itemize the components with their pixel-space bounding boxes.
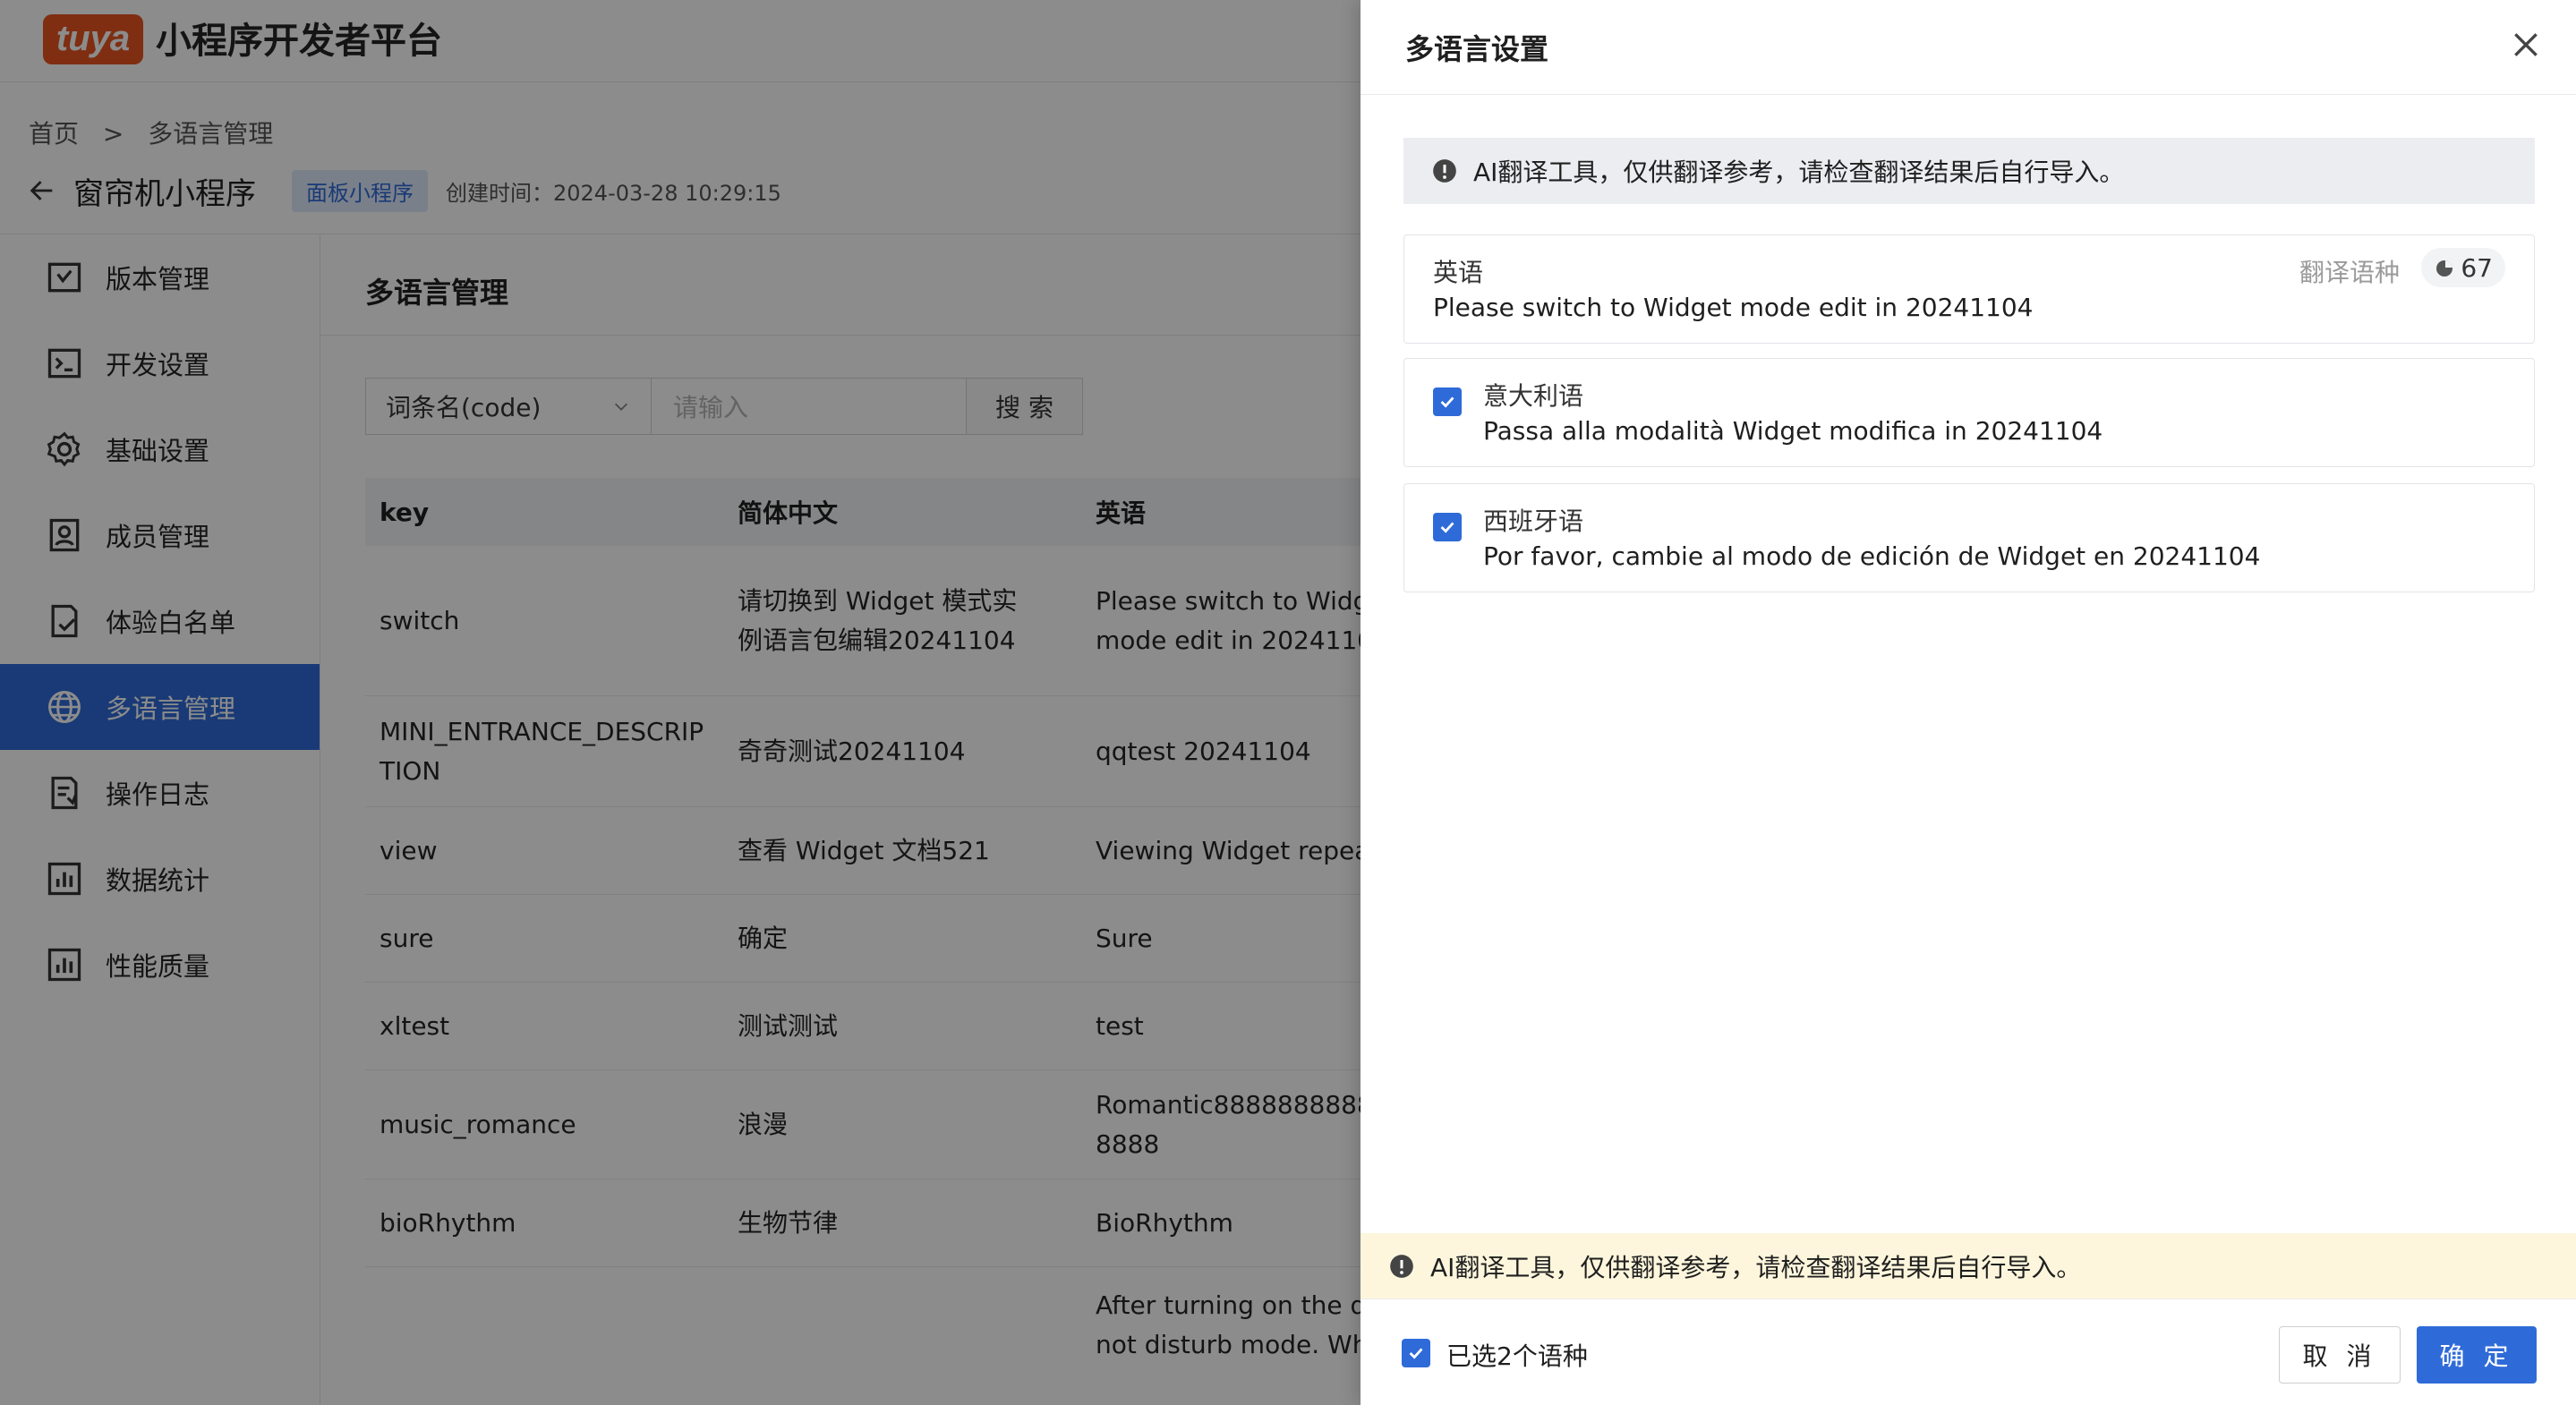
check-icon (1440, 396, 1454, 408)
confirm-button[interactable]: 确 定 (2417, 1326, 2537, 1384)
drawer-header: 多语言设置 (1361, 0, 2576, 95)
translated-text: Passa alla modalità Widget modifica in 2… (1483, 416, 2103, 446)
drawer-footer: 已选2个语种 取 消 确 定 (1361, 1299, 2576, 1405)
language-checkbox[interactable] (1433, 387, 1462, 416)
source-text: Please switch to Widget mode edit in 202… (1433, 293, 2034, 322)
target-language-card-spanish[interactable]: 西班牙语 Por favor, cambie al modo de edició… (1403, 483, 2535, 592)
target-language-name: 西班牙语 (1483, 507, 1584, 536)
cancel-button[interactable]: 取 消 (2279, 1326, 2401, 1384)
language-checkbox[interactable] (1433, 513, 1462, 541)
check-icon (1409, 1348, 1423, 1359)
warning-text: AI翻译工具，仅供翻译参考，请检查翻译结果后自行导入。 (1430, 1252, 2082, 1282)
check-icon (1440, 522, 1454, 533)
translate-language-label[interactable]: 翻译语种 (2299, 253, 2400, 289)
i18n-settings-drawer: 多语言设置 AI翻译工具，仅供翻译参考，请检查翻译结果后自行导入。 英语 Ple… (1361, 0, 2576, 1405)
translation-credit-badge: 67 (2421, 248, 2505, 287)
credit-count: 67 (2461, 252, 2493, 283)
drawer-title: 多语言设置 (1405, 32, 1549, 66)
info-notice: AI翻译工具，仅供翻译参考，请检查翻译结果后自行导入。 (1403, 138, 2535, 204)
source-language-card: 英语 Please switch to Widget mode edit in … (1403, 234, 2535, 344)
info-icon (1390, 1254, 1413, 1278)
source-language-name: 英语 (1433, 258, 1484, 287)
info-icon (1433, 159, 1456, 183)
target-language-card-italian[interactable]: 意大利语 Passa alla modalità Widget modifica… (1403, 358, 2535, 467)
credit-icon (2436, 260, 2453, 277)
warning-banner: AI翻译工具，仅供翻译参考，请检查翻译结果后自行导入。 (1361, 1233, 2576, 1299)
modal-mask[interactable] (0, 0, 1361, 1405)
translated-text: Por favor, cambie al modo de edición de … (1483, 541, 2261, 571)
close-icon[interactable] (2508, 27, 2544, 63)
select-all-checkbox[interactable] (1402, 1339, 1430, 1367)
selected-count-label: 已选2个语种 (1446, 1341, 1588, 1371)
notice-text: AI翻译工具，仅供翻译参考，请检查翻译结果后自行导入。 (1473, 158, 2125, 187)
target-language-name: 意大利语 (1483, 381, 1584, 411)
